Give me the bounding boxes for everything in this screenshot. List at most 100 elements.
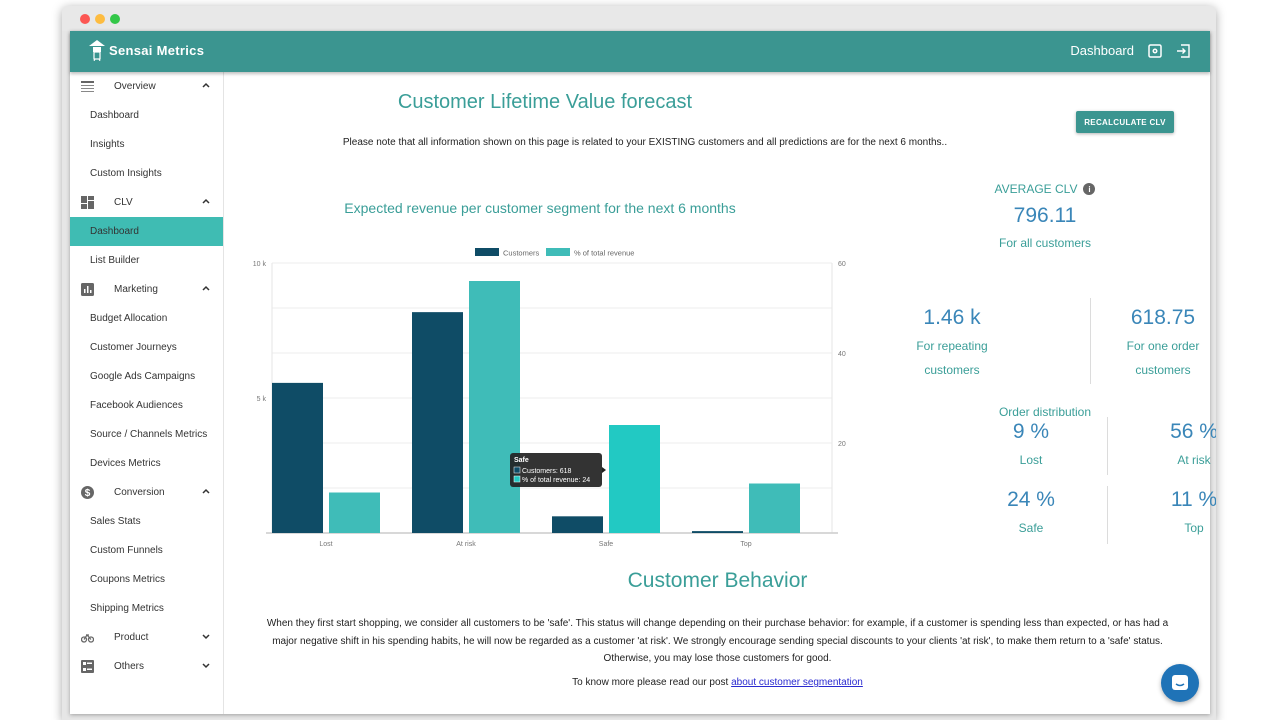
sidebar-item-google-ads-campaigns[interactable]: Google Ads Campaigns bbox=[70, 362, 223, 391]
main-content: Customer Lifetime Value forecast Please … bbox=[225, 72, 1216, 714]
read-more-line: To know more please read our post about … bbox=[225, 677, 1210, 688]
sidebar-group-conversion[interactable]: $ Conversion bbox=[70, 478, 223, 507]
order-dist-top-value: 11 % bbox=[1170, 488, 1216, 511]
chart-title: Expected revenue per customer segment fo… bbox=[344, 200, 736, 216]
behavior-line: When they first start shopping, we consi… bbox=[266, 618, 1169, 629]
read-more-prefix: To know more please read our post bbox=[572, 677, 732, 688]
bar-customers-top bbox=[692, 531, 743, 533]
sidebar-item-customer-journeys[interactable]: Customer Journeys bbox=[70, 333, 223, 362]
chat-widget-button[interactable] bbox=[1161, 664, 1199, 702]
sidebar-item-shipping-metrics[interactable]: Shipping Metrics bbox=[70, 594, 223, 623]
one-order-label-line2: customers bbox=[1135, 363, 1191, 377]
sidebar-group-product[interactable]: Product bbox=[70, 623, 223, 652]
close-window-button[interactable] bbox=[80, 14, 90, 24]
chevron-down-icon bbox=[202, 663, 210, 669]
chart-axes: 5 k 10 k 20 40 60 bbox=[253, 261, 846, 448]
legend-label-revenue: % of total revenue bbox=[574, 249, 634, 258]
sidebar-item-facebook-audiences[interactable]: Facebook Audiences bbox=[70, 391, 223, 420]
left-axis-tick-label: 10 k bbox=[253, 261, 267, 268]
sidebar-group-overview[interactable]: Overview bbox=[70, 72, 223, 101]
order-dist-safe: 24 % Safe bbox=[971, 488, 1091, 540]
average-clv-label: AVERAGE CLV i bbox=[995, 182, 1096, 196]
customer-segmentation-link[interactable]: about customer segmentation bbox=[731, 677, 863, 688]
x-axis-tick-label: Top bbox=[740, 541, 751, 548]
sidebar-group-clv[interactable]: CLV bbox=[70, 188, 223, 217]
bar-customers-lost bbox=[272, 382, 323, 533]
sidebar-item-source-channels-metrics[interactable]: Source / Channels Metrics bbox=[70, 420, 223, 449]
average-clv-block: AVERAGE CLV i 796.11 For all customers bbox=[965, 180, 1125, 250]
bar-customers-at-risk bbox=[412, 312, 463, 533]
settings-icon[interactable] bbox=[1148, 43, 1162, 58]
order-dist-at-risk-label: At risk bbox=[1177, 453, 1211, 467]
right-axis-tick-label: 40 bbox=[838, 351, 846, 358]
sidebar-item-sales-stats[interactable]: Sales Stats bbox=[70, 507, 223, 536]
repeating-label-line1: For repeating bbox=[916, 339, 988, 353]
svg-text:$: $ bbox=[85, 488, 91, 499]
chart-tooltip: Safe Customers: 618 % of total revenue: 24 bbox=[510, 453, 606, 487]
minimize-window-button[interactable] bbox=[95, 14, 105, 24]
repeating-label-line2: customers bbox=[924, 363, 980, 377]
chevron-up-icon bbox=[202, 82, 210, 88]
average-clv-value: 796.11 bbox=[1013, 204, 1077, 227]
order-dist-safe-label: Safe bbox=[1018, 521, 1044, 535]
sidebar-item-clv-dashboard[interactable]: Dashboard bbox=[70, 217, 223, 246]
sidebar-item-overview-dashboard[interactable]: Dashboard bbox=[70, 101, 223, 130]
bar-revenue-at-risk bbox=[469, 281, 520, 533]
repeating-customers-label: For repeating customers bbox=[892, 334, 1012, 382]
logo[interactable]: Sensai Metrics bbox=[88, 39, 204, 61]
order-distribution-title: Order distribution bbox=[998, 405, 1092, 419]
order-dist-at-risk-value: 56 % bbox=[1170, 420, 1216, 443]
divider bbox=[1107, 417, 1108, 475]
page-notice: Please note that all information shown o… bbox=[342, 137, 948, 148]
bike-icon bbox=[81, 634, 94, 643]
order-dist-lost: 9 % Lost bbox=[971, 420, 1091, 472]
top-bar-actions: Dashboard bbox=[1070, 43, 1190, 58]
sidebar-group-label: Product bbox=[114, 632, 149, 643]
order-dist-lost-label: Lost bbox=[1019, 453, 1043, 467]
x-axis-tick-label: Lost bbox=[319, 541, 332, 548]
sidebar: Overview Dashboard Insights Custom Insig… bbox=[70, 72, 224, 714]
sensai-logo-icon bbox=[89, 40, 105, 61]
one-order-customers-stat: 618.75 For one order customers bbox=[1103, 306, 1216, 382]
order-dist-at-risk: 56 % At risk bbox=[1134, 420, 1216, 472]
chevron-up-icon bbox=[202, 285, 210, 291]
sidebar-group-label: Marketing bbox=[114, 284, 158, 295]
order-dist-safe-value: 24 % bbox=[1007, 488, 1055, 511]
order-dist-lost-value: 9 % bbox=[1012, 420, 1050, 443]
chart-bars bbox=[272, 281, 800, 533]
divider bbox=[1090, 298, 1091, 384]
logout-icon[interactable] bbox=[1176, 43, 1190, 58]
sidebar-group-marketing[interactable]: Marketing bbox=[70, 275, 223, 304]
list-icon bbox=[81, 660, 94, 673]
info-icon[interactable]: i bbox=[1083, 183, 1096, 195]
page-title: Customer Lifetime Value forecast bbox=[397, 91, 693, 113]
tooltip-swatch-revenue bbox=[513, 475, 521, 483]
sidebar-item-custom-funnels[interactable]: Custom Funnels bbox=[70, 536, 223, 565]
bar-revenue-lost bbox=[329, 492, 380, 533]
chart-legend: Customers % of total revenue bbox=[475, 248, 634, 258]
bar-chart-icon bbox=[81, 283, 94, 296]
sidebar-item-coupons-metrics[interactable]: Coupons Metrics bbox=[70, 565, 223, 594]
legend-swatch-customers[interactable] bbox=[475, 248, 499, 256]
legend-swatch-revenue[interactable] bbox=[546, 248, 570, 256]
average-clv-label-text: AVERAGE CLV bbox=[994, 182, 1078, 196]
chevron-down-icon bbox=[202, 634, 210, 640]
tooltip-title: Safe bbox=[514, 457, 529, 464]
sidebar-item-insights[interactable]: Insights bbox=[70, 130, 223, 159]
customer-behavior-text: When they first start shopping, we consi… bbox=[255, 615, 1180, 668]
right-axis-tick-label: 60 bbox=[838, 261, 846, 268]
sidebar-group-others[interactable]: Others bbox=[70, 652, 223, 681]
one-order-customers-label: For one order customers bbox=[1103, 334, 1216, 382]
sidebar-item-devices-metrics[interactable]: Devices Metrics bbox=[70, 449, 223, 478]
sidebar-item-budget-allocation[interactable]: Budget Allocation bbox=[70, 304, 223, 333]
maximize-window-button[interactable] bbox=[110, 14, 120, 24]
recalculate-clv-button[interactable]: RECALCULATE CLV bbox=[1076, 111, 1174, 133]
sidebar-item-list-builder[interactable]: List Builder bbox=[70, 246, 223, 275]
sidebar-item-custom-insights[interactable]: Custom Insights bbox=[70, 159, 223, 188]
customer-behavior-title: Customer Behavior bbox=[627, 569, 808, 592]
browser-window: Sensai Metrics Dashboard Overview Dashbo… bbox=[62, 6, 1216, 720]
sidebar-group-label: CLV bbox=[114, 197, 133, 208]
sidebar-group-label: Others bbox=[114, 661, 145, 672]
behavior-line: major negative shift in his spending hab… bbox=[272, 635, 1163, 647]
order-dist-top: 11 % Top bbox=[1134, 488, 1216, 540]
